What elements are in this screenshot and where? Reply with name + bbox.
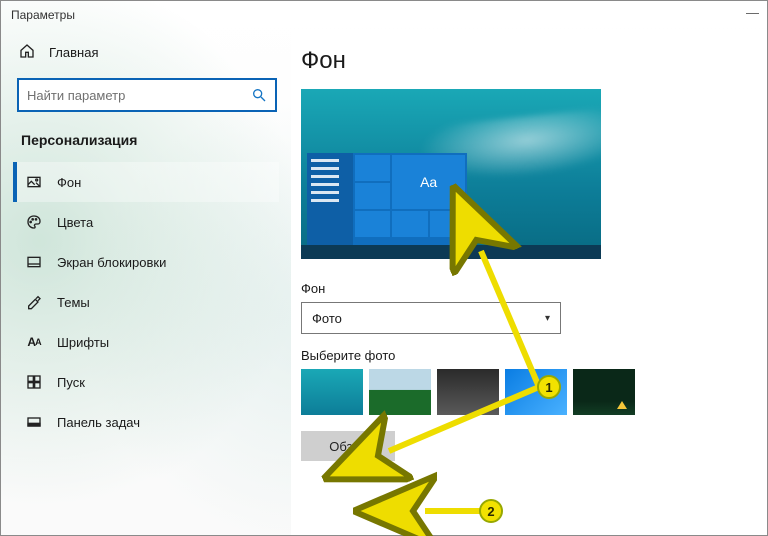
sidebar-item-colors[interactable]: Цвета: [13, 202, 279, 242]
sidebar-item-label: Фон: [57, 175, 81, 190]
window-title: Параметры: [11, 8, 75, 22]
sidebar-item-label: Панель задач: [57, 415, 140, 430]
window-body: Главная Персонализация Фон Цвета: [1, 29, 767, 535]
picture-icon: [25, 173, 43, 191]
page-title: Фон: [301, 47, 757, 75]
search-input[interactable]: [27, 88, 251, 103]
fonts-icon: AA: [25, 333, 43, 351]
preview-start-menu: Aa: [307, 153, 467, 245]
photo-thumbnails: [301, 369, 757, 415]
thumbnail[interactable]: [437, 369, 499, 415]
search-input-container[interactable]: [17, 78, 277, 112]
sidebar-item-label: Цвета: [57, 215, 93, 230]
annotation-badge-2: 2: [479, 499, 503, 523]
chevron-down-icon: ▾: [545, 313, 550, 324]
thumbnail[interactable]: [573, 369, 635, 415]
preview-taskbar: [301, 245, 601, 259]
content-pane: Фон Aa Фон Фото ▾ Выберите фото: [291, 29, 767, 535]
sidebar-item-label: Темы: [57, 295, 90, 310]
sidebar: Главная Персонализация Фон Цвета: [1, 29, 291, 535]
sidebar-item-themes[interactable]: Темы: [13, 282, 279, 322]
home-label: Главная: [49, 45, 98, 60]
lockscreen-icon: [25, 253, 43, 271]
annotation-badge-1: 1: [537, 375, 561, 399]
sidebar-item-fonts[interactable]: AA Шрифты: [13, 322, 279, 362]
titlebar: Параметры —: [1, 1, 767, 29]
sidebar-item-start[interactable]: Пуск: [13, 362, 279, 402]
sidebar-item-label: Экран блокировки: [57, 255, 166, 270]
thumbnail[interactable]: [301, 369, 363, 415]
sidebar-item-taskbar[interactable]: Панель задач: [13, 402, 279, 442]
sidebar-item-label: Шрифты: [57, 335, 109, 350]
home-nav[interactable]: Главная: [13, 35, 279, 76]
desktop-preview: Aa: [301, 89, 601, 259]
settings-window: Параметры — Главная Персонализация: [0, 0, 768, 536]
search-icon: [251, 87, 267, 103]
palette-icon: [25, 213, 43, 231]
minimize-button[interactable]: —: [746, 5, 759, 20]
home-icon: [19, 43, 35, 62]
thumbnail[interactable]: [369, 369, 431, 415]
taskbar-icon: [25, 413, 43, 431]
start-icon: [25, 373, 43, 391]
section-title: Персонализация: [13, 128, 279, 162]
dropdown-value: Фото: [312, 311, 342, 326]
themes-icon: [25, 293, 43, 311]
sidebar-item-lockscreen[interactable]: Экран блокировки: [13, 242, 279, 282]
sidebar-item-label: Пуск: [57, 375, 85, 390]
browse-button[interactable]: Обзор: [301, 431, 395, 461]
choose-photo-label: Выберите фото: [301, 348, 757, 363]
background-mode-dropdown[interactable]: Фото ▾: [301, 302, 561, 334]
preview-sample-tile: Aa: [392, 155, 465, 209]
sidebar-item-background[interactable]: Фон: [13, 162, 279, 202]
background-mode-label: Фон: [301, 281, 757, 296]
